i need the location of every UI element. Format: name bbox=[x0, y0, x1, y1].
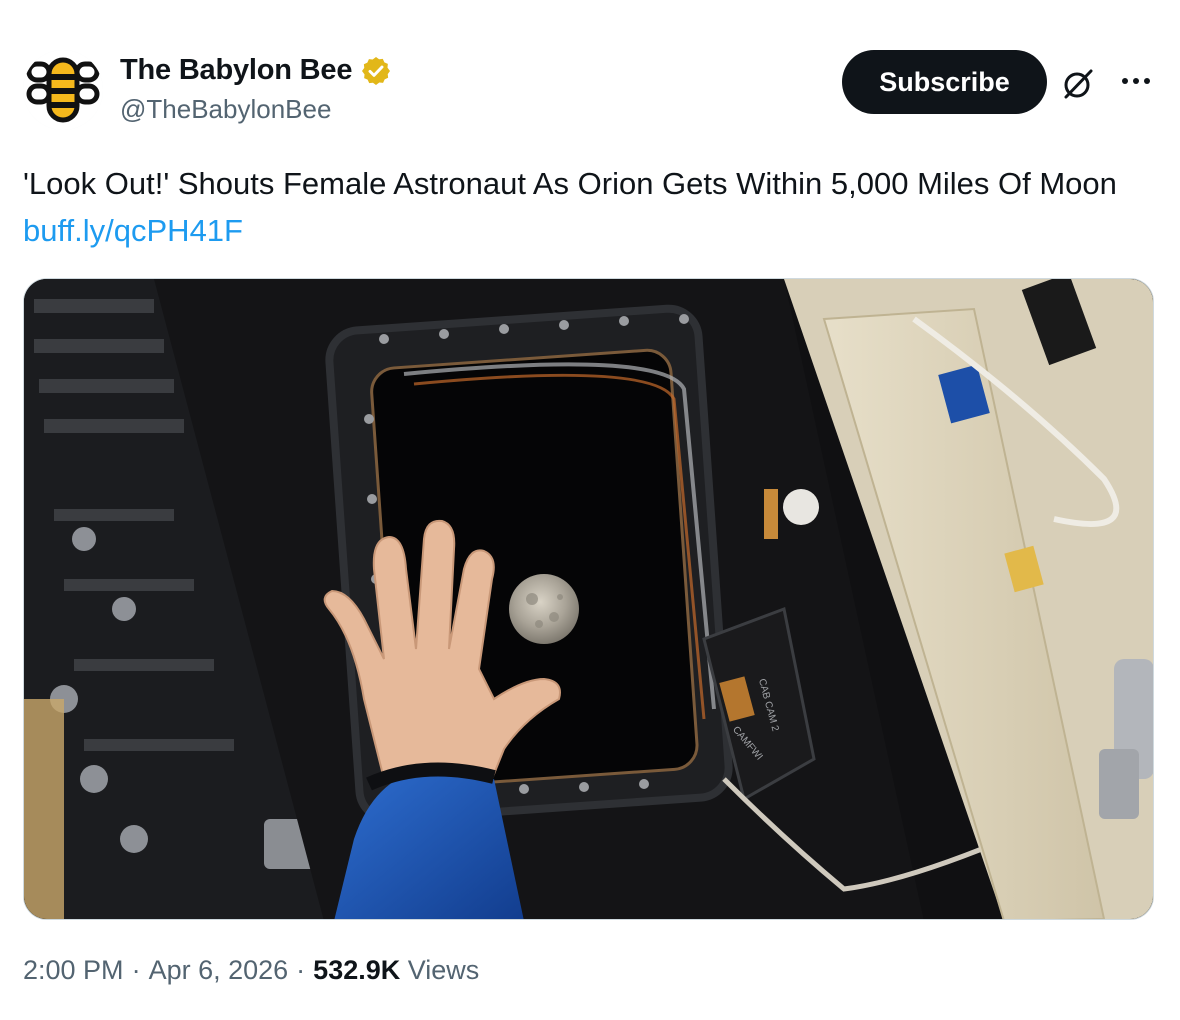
author-name-row: The Babylon Bee bbox=[120, 54, 392, 87]
avatar[interactable] bbox=[23, 50, 103, 130]
author-handle[interactable]: @TheBabylonBee bbox=[120, 94, 331, 125]
subscribe-button[interactable]: Subscribe bbox=[842, 50, 1047, 114]
tweet-meta: 2:00 PM · Apr 6, 2026 · 532.9K Views bbox=[23, 955, 479, 986]
grok-icon[interactable] bbox=[1060, 66, 1096, 102]
babylon-bee-logo bbox=[23, 50, 103, 130]
tweet-text: 'Look Out!' Shouts Female Astronaut As O… bbox=[23, 160, 1143, 254]
meta-separator: · bbox=[296, 955, 306, 985]
meta-separator: · bbox=[131, 955, 141, 985]
author-display-name[interactable]: The Babylon Bee bbox=[120, 54, 352, 87]
views-count-wrap[interactable]: 532.9K Views bbox=[313, 955, 479, 986]
views-label: Views bbox=[407, 955, 480, 985]
more-options-icon[interactable] bbox=[1116, 66, 1156, 96]
tweet-time[interactable]: 2:00 PM bbox=[23, 955, 124, 986]
tweet-body: 'Look Out!' Shouts Female Astronaut As O… bbox=[23, 166, 1117, 201]
views-count: 532.9K bbox=[313, 955, 401, 985]
orion-window-moon-photo: CAB CAM 2 CAMFWI bbox=[24, 279, 1153, 919]
tweet-media-image[interactable]: CAB CAM 2 CAMFWI bbox=[23, 278, 1154, 920]
tweet-link[interactable]: buff.ly/qcPH41F bbox=[23, 213, 243, 248]
verified-badge-icon bbox=[362, 56, 391, 85]
tweet-date[interactable]: Apr 6, 2026 bbox=[149, 955, 289, 986]
